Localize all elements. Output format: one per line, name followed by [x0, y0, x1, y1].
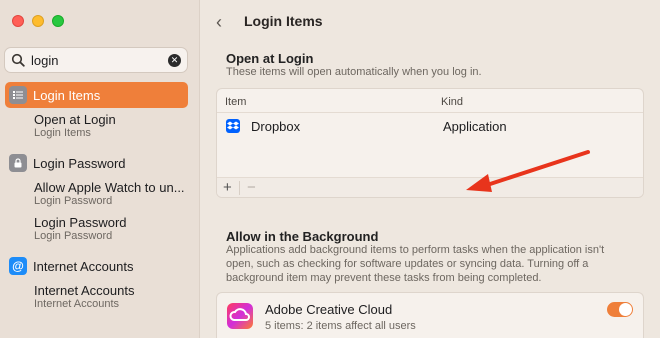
background-description-line-1: Applications add background items to per…	[226, 244, 605, 256]
annotation-arrow-icon	[466, 150, 590, 192]
item-name: Dropbox	[251, 119, 301, 134]
result-subtitle: Login Password	[34, 230, 113, 242]
search-icon	[11, 53, 25, 67]
sidebar-result-open-at-login[interactable]: Open at Login Login Items	[0, 112, 200, 140]
table-row[interactable]: Dropbox Application	[217, 115, 643, 137]
close-window-button[interactable]	[12, 15, 24, 27]
search-input[interactable]	[31, 52, 161, 68]
app-detail: 5 items: 2 items affect all users	[265, 320, 416, 332]
sidebar-item-label: Login Password	[33, 155, 126, 171]
back-chevron-icon[interactable]: ‹	[216, 12, 222, 33]
background-item-toggle[interactable]	[607, 302, 633, 317]
result-title: Internet Accounts	[34, 283, 135, 298]
sidebar-result-login-password[interactable]: Login Password Login Password	[0, 215, 200, 243]
window-controls	[12, 15, 64, 27]
toggle-knob	[619, 303, 632, 316]
app-name: Adobe Creative Cloud	[265, 302, 393, 317]
sidebar-result-internet-accounts[interactable]: Internet Accounts Internet Accounts	[0, 283, 200, 311]
open-at-login-description: These items will open automatically when…	[226, 66, 482, 78]
result-subtitle: Login Items	[34, 127, 91, 139]
background-item-row: Adobe Creative Cloud 5 items: 2 items af…	[216, 292, 644, 338]
footer-divider	[239, 181, 240, 195]
sidebar-item-label: Internet Accounts	[33, 258, 134, 274]
sidebar-item-label: Login Items	[33, 87, 101, 103]
at-icon: @	[9, 257, 27, 275]
sidebar-item-internet-accounts[interactable]: @ Internet Accounts	[5, 253, 188, 279]
result-title: Allow Apple Watch to un...	[34, 180, 185, 195]
background-description-line-3: background item may prevent these tasks …	[226, 272, 542, 284]
search-field[interactable]: ✕	[4, 47, 188, 73]
sidebar-item-login-password[interactable]: Login Password	[5, 150, 188, 176]
lock-icon	[9, 154, 27, 172]
table-header: Item Kind	[217, 89, 643, 113]
result-title: Open at Login	[34, 112, 116, 127]
result-subtitle: Login Password	[34, 195, 113, 207]
result-subtitle: Internet Accounts	[34, 298, 119, 310]
remove-item-button[interactable]: −	[247, 179, 256, 196]
sidebar-item-login-items[interactable]: Login Items	[5, 82, 188, 108]
minimize-window-button[interactable]	[32, 15, 44, 27]
settings-window: ✕ Login Items Open at Login Login Items …	[0, 0, 660, 338]
zoom-window-button[interactable]	[52, 15, 64, 27]
sidebar: ✕ Login Items Open at Login Login Items …	[0, 0, 200, 338]
sidebar-result-apple-watch[interactable]: Allow Apple Watch to un... Login Passwor…	[0, 180, 200, 208]
dropbox-icon	[226, 119, 240, 133]
column-header-item[interactable]: Item	[225, 96, 246, 108]
toolbar: ‹ Login Items	[200, 0, 660, 42]
result-title: Login Password	[34, 215, 127, 230]
background-description-line-2: open, such as checking for software upda…	[226, 258, 589, 270]
item-kind: Application	[443, 119, 507, 134]
add-item-button[interactable]: +	[223, 179, 232, 196]
background-heading: Allow in the Background	[226, 229, 379, 244]
clear-search-icon[interactable]: ✕	[168, 54, 181, 67]
open-at-login-heading: Open at Login	[226, 51, 314, 66]
main-pane: ‹ Login Items Open at Login These items …	[200, 0, 660, 338]
adobe-creative-cloud-icon	[227, 303, 253, 329]
list-icon	[9, 86, 27, 104]
sidebar-results: Login Items Open at Login Login Items Lo…	[0, 82, 200, 311]
page-title: Login Items	[244, 13, 323, 29]
column-header-kind[interactable]: Kind	[441, 96, 463, 108]
